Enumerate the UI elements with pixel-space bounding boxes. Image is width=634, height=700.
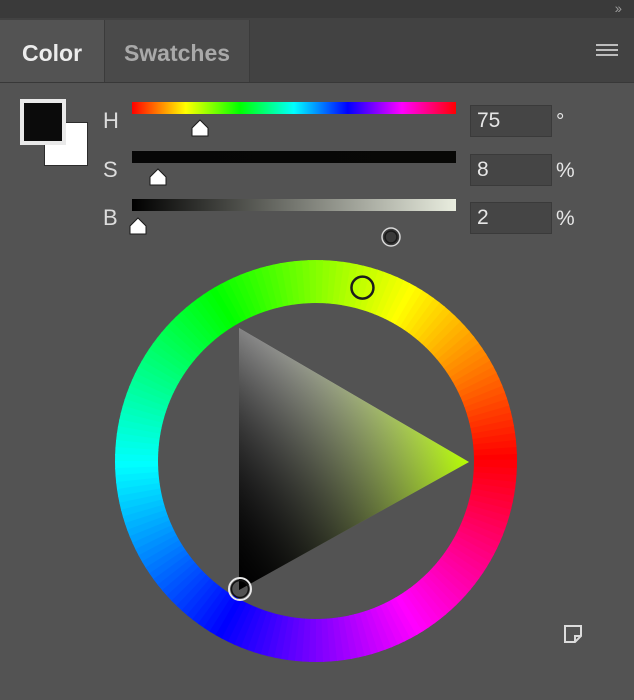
saturation-input[interactable]: 8 xyxy=(470,154,552,186)
hue-unit: ° xyxy=(556,110,565,133)
foreground-color-fill xyxy=(24,103,62,141)
saturation-label: S xyxy=(103,157,118,182)
new-swatch-icon[interactable] xyxy=(562,623,584,645)
saturation-unit: % xyxy=(556,159,575,182)
brightness-label: B xyxy=(103,205,118,230)
brightness-input[interactable]: 2 xyxy=(470,202,552,234)
saturation-slider-track[interactable] xyxy=(132,151,456,163)
brightness-slider-track[interactable] xyxy=(132,199,456,211)
saturation-slider-thumb[interactable] xyxy=(147,168,169,186)
collapse-panel-icon[interactable]: ›› xyxy=(615,0,622,18)
tab-color[interactable]: Color xyxy=(0,20,104,82)
brightness-sample-marker xyxy=(381,227,401,247)
tab-swatches[interactable]: Swatches xyxy=(104,20,250,82)
hue-input[interactable]: 75 xyxy=(470,105,552,137)
hue-slider-thumb[interactable] xyxy=(189,119,211,137)
saturation-brightness-triangle[interactable] xyxy=(239,328,469,590)
tab-bar: Color Swatches xyxy=(0,18,634,83)
hamburger-menu-icon[interactable] xyxy=(596,44,618,58)
hue-wheel[interactable] xyxy=(114,260,518,662)
brightness-unit: % xyxy=(556,207,575,230)
brightness-slider-thumb[interactable] xyxy=(127,217,149,235)
panel-top-strip: ›› xyxy=(0,0,634,18)
hue-slider-track[interactable] xyxy=(132,102,456,114)
foreground-color-swatch[interactable] xyxy=(20,99,66,145)
hue-label: H xyxy=(103,108,119,133)
